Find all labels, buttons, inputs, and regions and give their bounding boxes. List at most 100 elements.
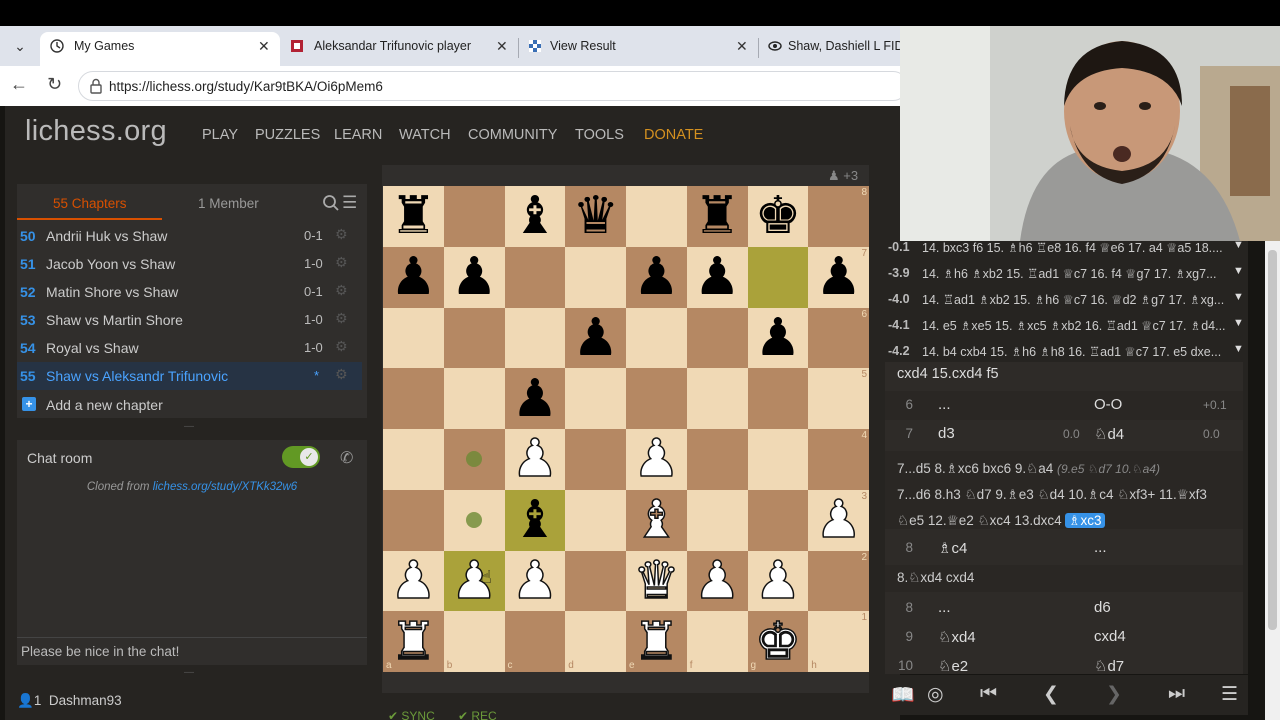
close-tab-icon[interactable]: ✕: [258, 32, 270, 60]
chapter-row[interactable]: 53 Shaw vs Martin Shore 1-0 ⚙: [17, 306, 362, 334]
square-c1[interactable]: c: [504, 611, 566, 672]
white-move[interactable]: ...: [938, 396, 951, 413]
gear-icon[interactable]: ⚙: [335, 366, 348, 383]
nav-community[interactable]: COMMUNITY: [468, 127, 557, 143]
square-f5[interactable]: [686, 368, 748, 429]
black-rook[interactable]: ♜: [694, 190, 741, 242]
black-pawn[interactable]: ♟: [755, 312, 802, 364]
square-e7[interactable]: ♟: [626, 246, 687, 308]
square-a1[interactable]: ♜ a: [383, 611, 444, 672]
chapter-row[interactable]: 54 Royal vs Shaw 1-0 ⚙: [17, 334, 362, 362]
square-h1[interactable]: 1h: [808, 611, 869, 672]
white-move[interactable]: ...: [938, 599, 951, 616]
chapter-row[interactable]: 50 Andrii Huk vs Shaw 0-1 ⚙: [17, 222, 362, 250]
square-h4[interactable]: 4: [808, 429, 869, 490]
member-name[interactable]: Dashman93: [49, 693, 122, 708]
target-icon[interactable]: ◎: [927, 683, 944, 706]
nav-puzzles[interactable]: PUZZLES: [255, 127, 320, 143]
nav-watch[interactable]: WATCH: [399, 127, 451, 143]
square-a6[interactable]: [383, 307, 444, 369]
sync-toggle[interactable]: ✔ SYNC: [388, 709, 435, 720]
white-pawn[interactable]: ♟: [632, 433, 680, 487]
square-h2[interactable]: 2: [808, 550, 869, 612]
square-c2[interactable]: ♟: [504, 550, 566, 612]
square-h5[interactable]: 5: [808, 368, 869, 429]
square-f2[interactable]: ♟: [686, 550, 748, 612]
chapter-row-active[interactable]: 55 Shaw vs Aleksandr Trifunovic * ⚙: [17, 362, 362, 390]
add-chapter-button[interactable]: + Add a new chapter: [17, 391, 362, 417]
black-move[interactable]: cxd4: [1094, 628, 1126, 645]
square-a7[interactable]: ♟: [383, 246, 444, 308]
black-move[interactable]: ♘d4: [1094, 425, 1124, 443]
square-e6[interactable]: [626, 307, 687, 369]
close-tab-icon[interactable]: ✕: [736, 32, 748, 60]
tab-view-result[interactable]: View Result ✕: [518, 32, 758, 66]
square-g5[interactable]: [747, 368, 809, 429]
sub-variation[interactable]: (9.e5 ♘d7 10.♘a4): [1057, 462, 1160, 476]
phone-icon[interactable]: ✆: [340, 448, 353, 468]
square-d4[interactable]: [565, 429, 626, 490]
black-pawn[interactable]: ♟: [390, 251, 437, 303]
tab-my-games[interactable]: My Games ✕: [40, 32, 280, 66]
tab-chapters[interactable]: 55 Chapters: [53, 196, 127, 211]
square-h3[interactable]: ♟ 3: [808, 489, 869, 551]
gear-icon[interactable]: ⚙: [335, 338, 348, 355]
square-e1[interactable]: ♜ e: [626, 611, 687, 672]
white-queen[interactable]: ♛: [632, 554, 680, 608]
black-pawn[interactable]: ♟: [633, 251, 680, 303]
square-b7[interactable]: ♟: [443, 246, 505, 308]
square-b3[interactable]: [443, 489, 505, 551]
black-pawn[interactable]: ♟: [451, 251, 498, 303]
square-g3[interactable]: [747, 489, 809, 551]
square-f3[interactable]: [686, 489, 748, 551]
square-b6[interactable]: [443, 307, 505, 369]
variation-line[interactable]: ♘e5 12.♕e2 ♘xc4 13.dxc4 ♗xc3: [897, 508, 1243, 534]
previous-move-icon[interactable]: ❮: [1043, 683, 1059, 706]
gear-icon[interactable]: ⚙: [335, 310, 348, 327]
chapter-row[interactable]: 52 Matin Shore vs Shaw 0-1 ⚙: [17, 278, 362, 306]
black-pawn[interactable]: ♟: [694, 251, 741, 303]
square-e3[interactable]: ♝: [626, 489, 687, 551]
square-g1[interactable]: ♚ g: [747, 611, 809, 672]
square-d6[interactable]: ♟: [565, 307, 626, 369]
nav-tools[interactable]: TOOLS: [575, 127, 624, 143]
square-d8[interactable]: ♛: [565, 186, 626, 247]
square-c5[interactable]: ♟: [504, 368, 566, 429]
square-h6[interactable]: 6: [808, 307, 869, 369]
gear-icon[interactable]: ⚙: [335, 226, 348, 243]
nav-learn[interactable]: LEARN: [334, 127, 382, 143]
white-move[interactable]: ♗c4: [938, 539, 967, 557]
white-king[interactable]: ♚: [754, 615, 802, 669]
black-pawn[interactable]: ♟: [572, 312, 619, 364]
square-g6[interactable]: ♟: [747, 307, 809, 369]
variation-line[interactable]: 7...d6 8.h3 ♘d7 9.♗e3 ♘d4 10.♗c4 ♘xf3+ 1…: [897, 482, 1243, 508]
tab-list-button[interactable]: ⌄: [6, 33, 34, 59]
square-c7[interactable]: [504, 246, 566, 308]
square-c4[interactable]: ♟: [504, 429, 566, 490]
square-f1[interactable]: f: [686, 611, 748, 672]
gear-icon[interactable]: ⚙: [335, 282, 348, 299]
square-d3[interactable]: [565, 489, 626, 551]
expand-triangle-icon[interactable]: ▼: [1233, 343, 1244, 355]
search-icon[interactable]: [322, 194, 340, 212]
square-e5[interactable]: [626, 368, 687, 429]
square-g7[interactable]: [747, 246, 809, 308]
square-g8[interactable]: ♚: [747, 186, 809, 247]
engine-line[interactable]: -4.1 14. e5 ♗xe5 15. ♗xc5 ♗xb2 16. ♖ad1 ♕…: [888, 314, 1248, 339]
cloned-link[interactable]: lichess.org/study/XTKk32w6: [153, 481, 297, 493]
scrollbar-thumb[interactable]: [1268, 250, 1277, 630]
black-king[interactable]: ♚: [755, 190, 802, 242]
black-bishop[interactable]: ♝: [512, 494, 559, 546]
black-queen[interactable]: ♛: [572, 190, 619, 242]
back-arrow-icon[interactable]: ←: [10, 74, 28, 95]
square-h8[interactable]: 8: [808, 186, 869, 247]
tab-members[interactable]: 1 Member: [198, 196, 259, 211]
white-rook[interactable]: ♜: [389, 615, 437, 669]
square-b8[interactable]: [443, 186, 505, 247]
engine-line[interactable]: -3.9 14. ♗h6 ♗xb2 15. ♖ad1 ♕c7 16. f4 ♕g7…: [888, 262, 1248, 287]
square-a2[interactable]: ♟: [383, 550, 444, 612]
white-rook[interactable]: ♜: [632, 615, 680, 669]
tab-fide-profile[interactable]: Shaw, Dashiell L FIDE: [758, 32, 900, 66]
square-b5[interactable]: [443, 368, 505, 429]
square-a4[interactable]: [383, 429, 444, 490]
